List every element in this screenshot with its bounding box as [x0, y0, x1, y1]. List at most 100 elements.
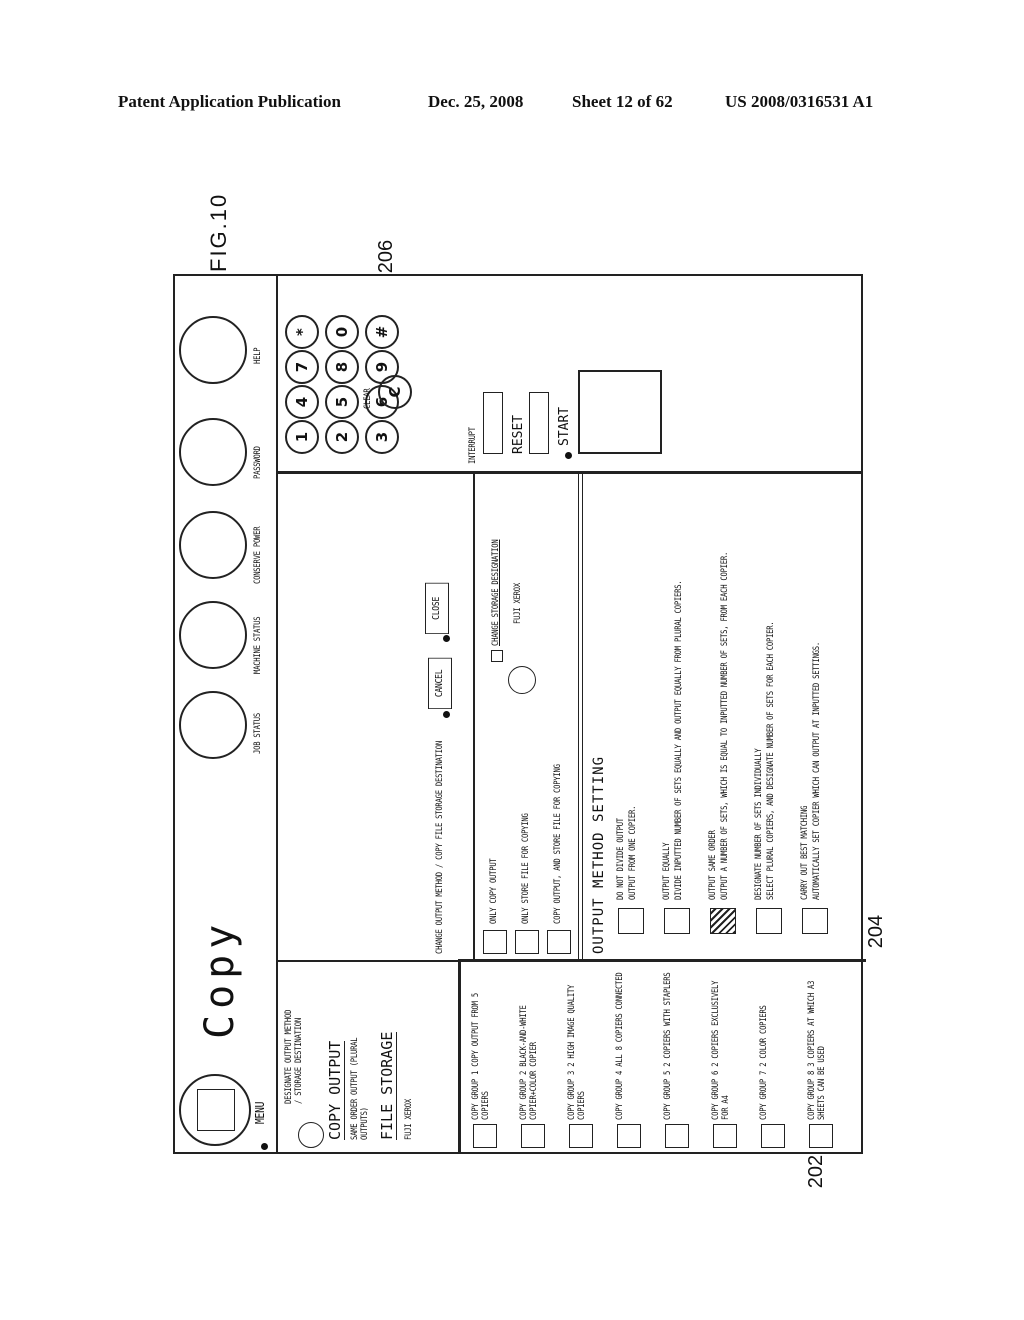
reset-label: RESET: [511, 414, 526, 454]
output-method-desc: AUTOMATICALLY SET COPIER WHICH CAN OUTPU…: [812, 642, 822, 900]
copier-group-label: COPY GROUP 3 2 HIGH IMAGE QUALITY COPIER…: [567, 984, 587, 1120]
copier-group-row[interactable]: COPY GROUP 2 BLACK-AND-WHITE COPIER+COLO…: [517, 966, 561, 1154]
copier-group-label: COPY GROUP 8 3 COPIERS AT WHICH A3 SHEET…: [807, 980, 827, 1120]
keypad-left-border: [276, 471, 863, 474]
keypad-key-8[interactable]: 8: [325, 350, 359, 384]
output-method-title: DESIGNATE NUMBER OF SETS INDIVIDUALLY: [754, 748, 764, 900]
help-book-icon[interactable]: [179, 316, 247, 384]
menu-bullet: [261, 1143, 268, 1150]
interrupt-label: INTERRUPT: [468, 427, 478, 464]
storage-option-label: ONLY COPY OUTPUT: [489, 858, 499, 924]
output-method-desc: OUTPUT FROM ONE COPIER.: [628, 805, 638, 900]
output-method-checkbox[interactable]: [802, 908, 828, 934]
copier-group-label: COPY GROUP 4 ALL 8 COPIERS CONNECTED: [615, 972, 625, 1120]
copier-group-row[interactable]: COPY GROUP 7 2 COLOR COPIERS: [757, 966, 801, 1154]
copier-group-row[interactable]: COPY GROUP 1 COPY OUTPUT FROM 5 COPIERS: [469, 966, 513, 1154]
key-icon[interactable]: [179, 418, 247, 486]
cancel-bullet: [443, 711, 450, 718]
close-button[interactable]: CLOSE: [425, 582, 449, 634]
start-button[interactable]: [578, 370, 662, 454]
conserve-power-icon[interactable]: [179, 511, 247, 579]
copier-group-label: COPY GROUP 7 2 COLOR COPIERS: [759, 1005, 769, 1120]
copier-group-icon: [665, 1124, 689, 1148]
menu-button[interactable]: [179, 1074, 251, 1146]
keypad-key-5[interactable]: 5: [325, 385, 359, 419]
copier-group-row[interactable]: COPY GROUP 6 2 COPIERS EXCLUSIVELY FOR A…: [709, 966, 753, 1154]
designate-radio[interactable]: [298, 1122, 324, 1148]
output-method-title: CARRY OUT BEST MATCHING: [800, 805, 810, 900]
keypad-key-0[interactable]: 0: [325, 315, 359, 349]
output-method-checkbox[interactable]: [710, 908, 736, 934]
close-bullet: [443, 635, 450, 642]
figure-label: FIG.10: [180, 193, 231, 272]
output-method-checkbox[interactable]: [618, 908, 644, 934]
keypad-key-*[interactable]: *: [285, 315, 319, 349]
copier-group-icon: [521, 1124, 545, 1148]
cancel-button[interactable]: CANCEL: [428, 657, 452, 709]
keypad-key-2[interactable]: 2: [325, 420, 359, 454]
output-method-checkbox[interactable]: [756, 908, 782, 934]
start-bullet: [565, 452, 572, 459]
copier-group-row[interactable]: COPY GROUP 3 2 HIGH IMAGE QUALITY COPIER…: [565, 966, 609, 1154]
keypad-key-3[interactable]: 3: [365, 420, 399, 454]
patent-number: US 2008/0316531 A1: [725, 92, 874, 111]
output-method-heading: OUTPUT METHOD SETTING: [591, 755, 607, 954]
file-storage-label: FILE STORAGE: [378, 1031, 397, 1140]
job-status-icon[interactable]: [179, 691, 247, 759]
copy-screen: MENU Copy JOB STATUS MACHINE STATUS CONS…: [173, 274, 866, 1154]
copier-group-icon: [617, 1124, 641, 1148]
storage-option-checkbox[interactable]: [483, 930, 507, 954]
copier-group-row[interactable]: COPY GROUP 4 ALL 8 COPIERS CONNECTED: [613, 966, 657, 1154]
storage-option-checkbox[interactable]: [547, 930, 571, 954]
clear-label: CLEAR: [363, 388, 373, 409]
file-storage-value: FUJI XEROX: [404, 1099, 414, 1140]
copier-group-label: COPY GROUP 6 2 COPIERS EXCLUSIVELY FOR A…: [711, 980, 731, 1120]
start-label: START: [557, 406, 572, 446]
job-status-label: JOB STATUS: [253, 713, 263, 754]
storage-option-label: ONLY STORE FILE FOR COPYING: [521, 813, 531, 924]
output-method-desc: DIVIDE INPUTTED NUMBER OF SETS EQUALLY A…: [674, 580, 684, 900]
clear-key[interactable]: C: [378, 375, 412, 409]
storage-option-checkbox[interactable]: [515, 930, 539, 954]
keypad-key-4[interactable]: 4: [285, 385, 319, 419]
change-storage-link[interactable]: CHANGE STORAGE DESIGNATION: [491, 540, 501, 646]
ref-204: 204: [865, 914, 888, 949]
copier-group-icon: [569, 1124, 593, 1148]
center-divider: [473, 474, 475, 962]
change-storage-radio[interactable]: [508, 666, 536, 694]
output-divider: [578, 474, 583, 962]
keypad-key-1[interactable]: 1: [285, 420, 319, 454]
keypad-key-7[interactable]: 7: [285, 350, 319, 384]
menu-icon: [197, 1089, 235, 1131]
sheet-number: Sheet 12 of 62: [572, 92, 673, 111]
output-method-desc: SELECT PLURAL COPIERS, AND DESIGNATE NUM…: [766, 621, 776, 900]
copier-group-icon: [809, 1124, 833, 1148]
interrupt-button[interactable]: [483, 392, 503, 454]
copier-group-row[interactable]: COPY GROUP 8 3 COPIERS AT WHICH A3 SHEET…: [805, 966, 849, 1154]
keypad-key-#[interactable]: #: [365, 315, 399, 349]
checkmark-icon: [491, 650, 503, 662]
ref-202: 202: [805, 1154, 828, 1189]
change-storage-value: FUJI XEROX: [513, 583, 523, 624]
designate-heading: DESIGNATE OUTPUT METHOD / STORAGE DESTIN…: [284, 1009, 304, 1104]
screen-title: Copy: [197, 918, 243, 1039]
conserve-power-label: CONSERVE POWER: [253, 526, 263, 584]
change-heading: CHANGE OUTPUT METHOD / COPY FILE STORAGE…: [435, 741, 445, 954]
output-method-checkbox[interactable]: [664, 908, 690, 934]
machine-status-icon[interactable]: [179, 601, 247, 669]
copier-group-label: COPY GROUP 1 COPY OUTPUT FROM 5 COPIERS: [471, 993, 491, 1120]
figure-label-text: FIG.10: [206, 192, 231, 272]
menu-label: MENU: [253, 1101, 267, 1124]
copier-group-row[interactable]: COPY GROUP 5 2 COPIERS WITH STAPLERS: [661, 966, 705, 1154]
machine-status-label: MACHINE STATUS: [253, 616, 263, 674]
top-bar: MENU Copy JOB STATUS MACHINE STATUS CONS…: [173, 274, 278, 1154]
help-label: HELP: [253, 347, 263, 364]
ref-206: 206: [375, 239, 398, 274]
copy-output-value: SAME ORDER OUTPUT (PLURAL OUTPUTS): [350, 1037, 370, 1140]
output-method-desc: OUTPUT A NUMBER OF SETS, WHICH IS EQUAL …: [720, 551, 730, 900]
reset-button[interactable]: [529, 392, 549, 454]
publication-type: Patent Application Publication: [118, 92, 341, 111]
copier-group-label: COPY GROUP 5 2 COPIERS WITH STAPLERS: [663, 972, 673, 1120]
publication-date: Dec. 25, 2008: [428, 92, 524, 111]
copier-group-label: COPY GROUP 2 BLACK-AND-WHITE COPIER+COLO…: [519, 1005, 539, 1120]
